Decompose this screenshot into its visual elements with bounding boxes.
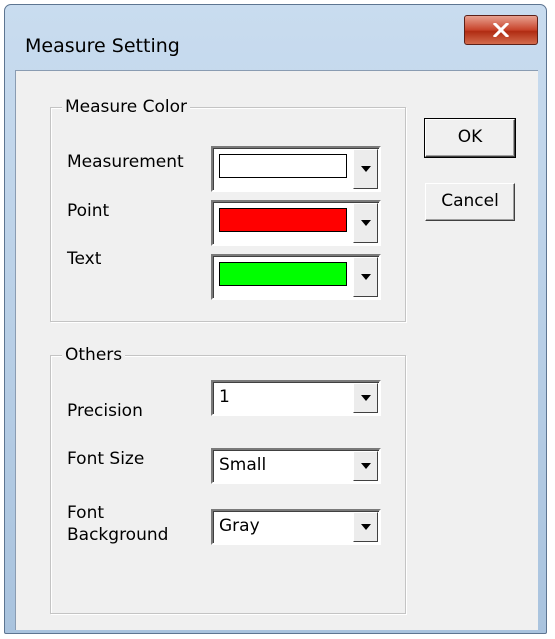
- chevron-down-icon: [360, 524, 371, 530]
- point-color-swatch: [219, 208, 347, 232]
- font-size-dropdown-button[interactable]: [353, 451, 378, 481]
- chevron-down-icon: [360, 166, 371, 172]
- window-title: Measure Setting: [25, 35, 180, 57]
- chevron-down-icon: [360, 220, 371, 226]
- others-group: Others Precision 1 Font Size Small Font …: [50, 343, 406, 614]
- precision-label: Precision: [67, 401, 143, 421]
- text-color-label: Text: [67, 249, 102, 269]
- measurement-color-swatch: [219, 154, 347, 178]
- font-background-label-line1: Font: [67, 503, 105, 523]
- measurement-color-combo[interactable]: [211, 146, 381, 192]
- font-size-value: Small: [219, 455, 267, 475]
- text-dropdown-button[interactable]: [353, 257, 378, 297]
- chevron-down-icon: [360, 463, 371, 469]
- ok-button[interactable]: OK: [424, 118, 516, 158]
- font-background-select[interactable]: Gray: [211, 509, 381, 545]
- measure-color-legend: Measure Color: [62, 95, 191, 119]
- chevron-down-icon: [360, 395, 371, 401]
- measure-color-group: Measure Color Measurement Point Text: [50, 95, 406, 322]
- precision-dropdown-button[interactable]: [353, 383, 378, 413]
- font-size-select[interactable]: Small: [211, 448, 381, 484]
- precision-select[interactable]: 1: [211, 380, 381, 416]
- font-background-label-line2: Background: [67, 525, 169, 545]
- cancel-button[interactable]: Cancel: [425, 183, 515, 221]
- dialog-window: Measure Setting Measure Color Measuremen…: [4, 4, 547, 634]
- others-legend: Others: [62, 343, 126, 367]
- measurement-label: Measurement: [67, 152, 184, 172]
- font-background-value: Gray: [219, 516, 260, 536]
- font-background-dropdown-button[interactable]: [353, 512, 378, 542]
- dialog-client-area: Measure Color Measurement Point Text Oth…: [15, 70, 538, 630]
- precision-value: 1: [219, 387, 230, 407]
- measurement-dropdown-button[interactable]: [353, 149, 378, 189]
- close-icon: [493, 23, 509, 37]
- chevron-down-icon: [360, 274, 371, 280]
- close-button[interactable]: [464, 15, 538, 45]
- point-color-combo[interactable]: [211, 200, 381, 246]
- text-color-swatch: [219, 262, 347, 286]
- point-dropdown-button[interactable]: [353, 203, 378, 243]
- font-size-label: Font Size: [67, 449, 145, 469]
- point-label: Point: [67, 201, 110, 221]
- text-color-combo[interactable]: [211, 254, 381, 300]
